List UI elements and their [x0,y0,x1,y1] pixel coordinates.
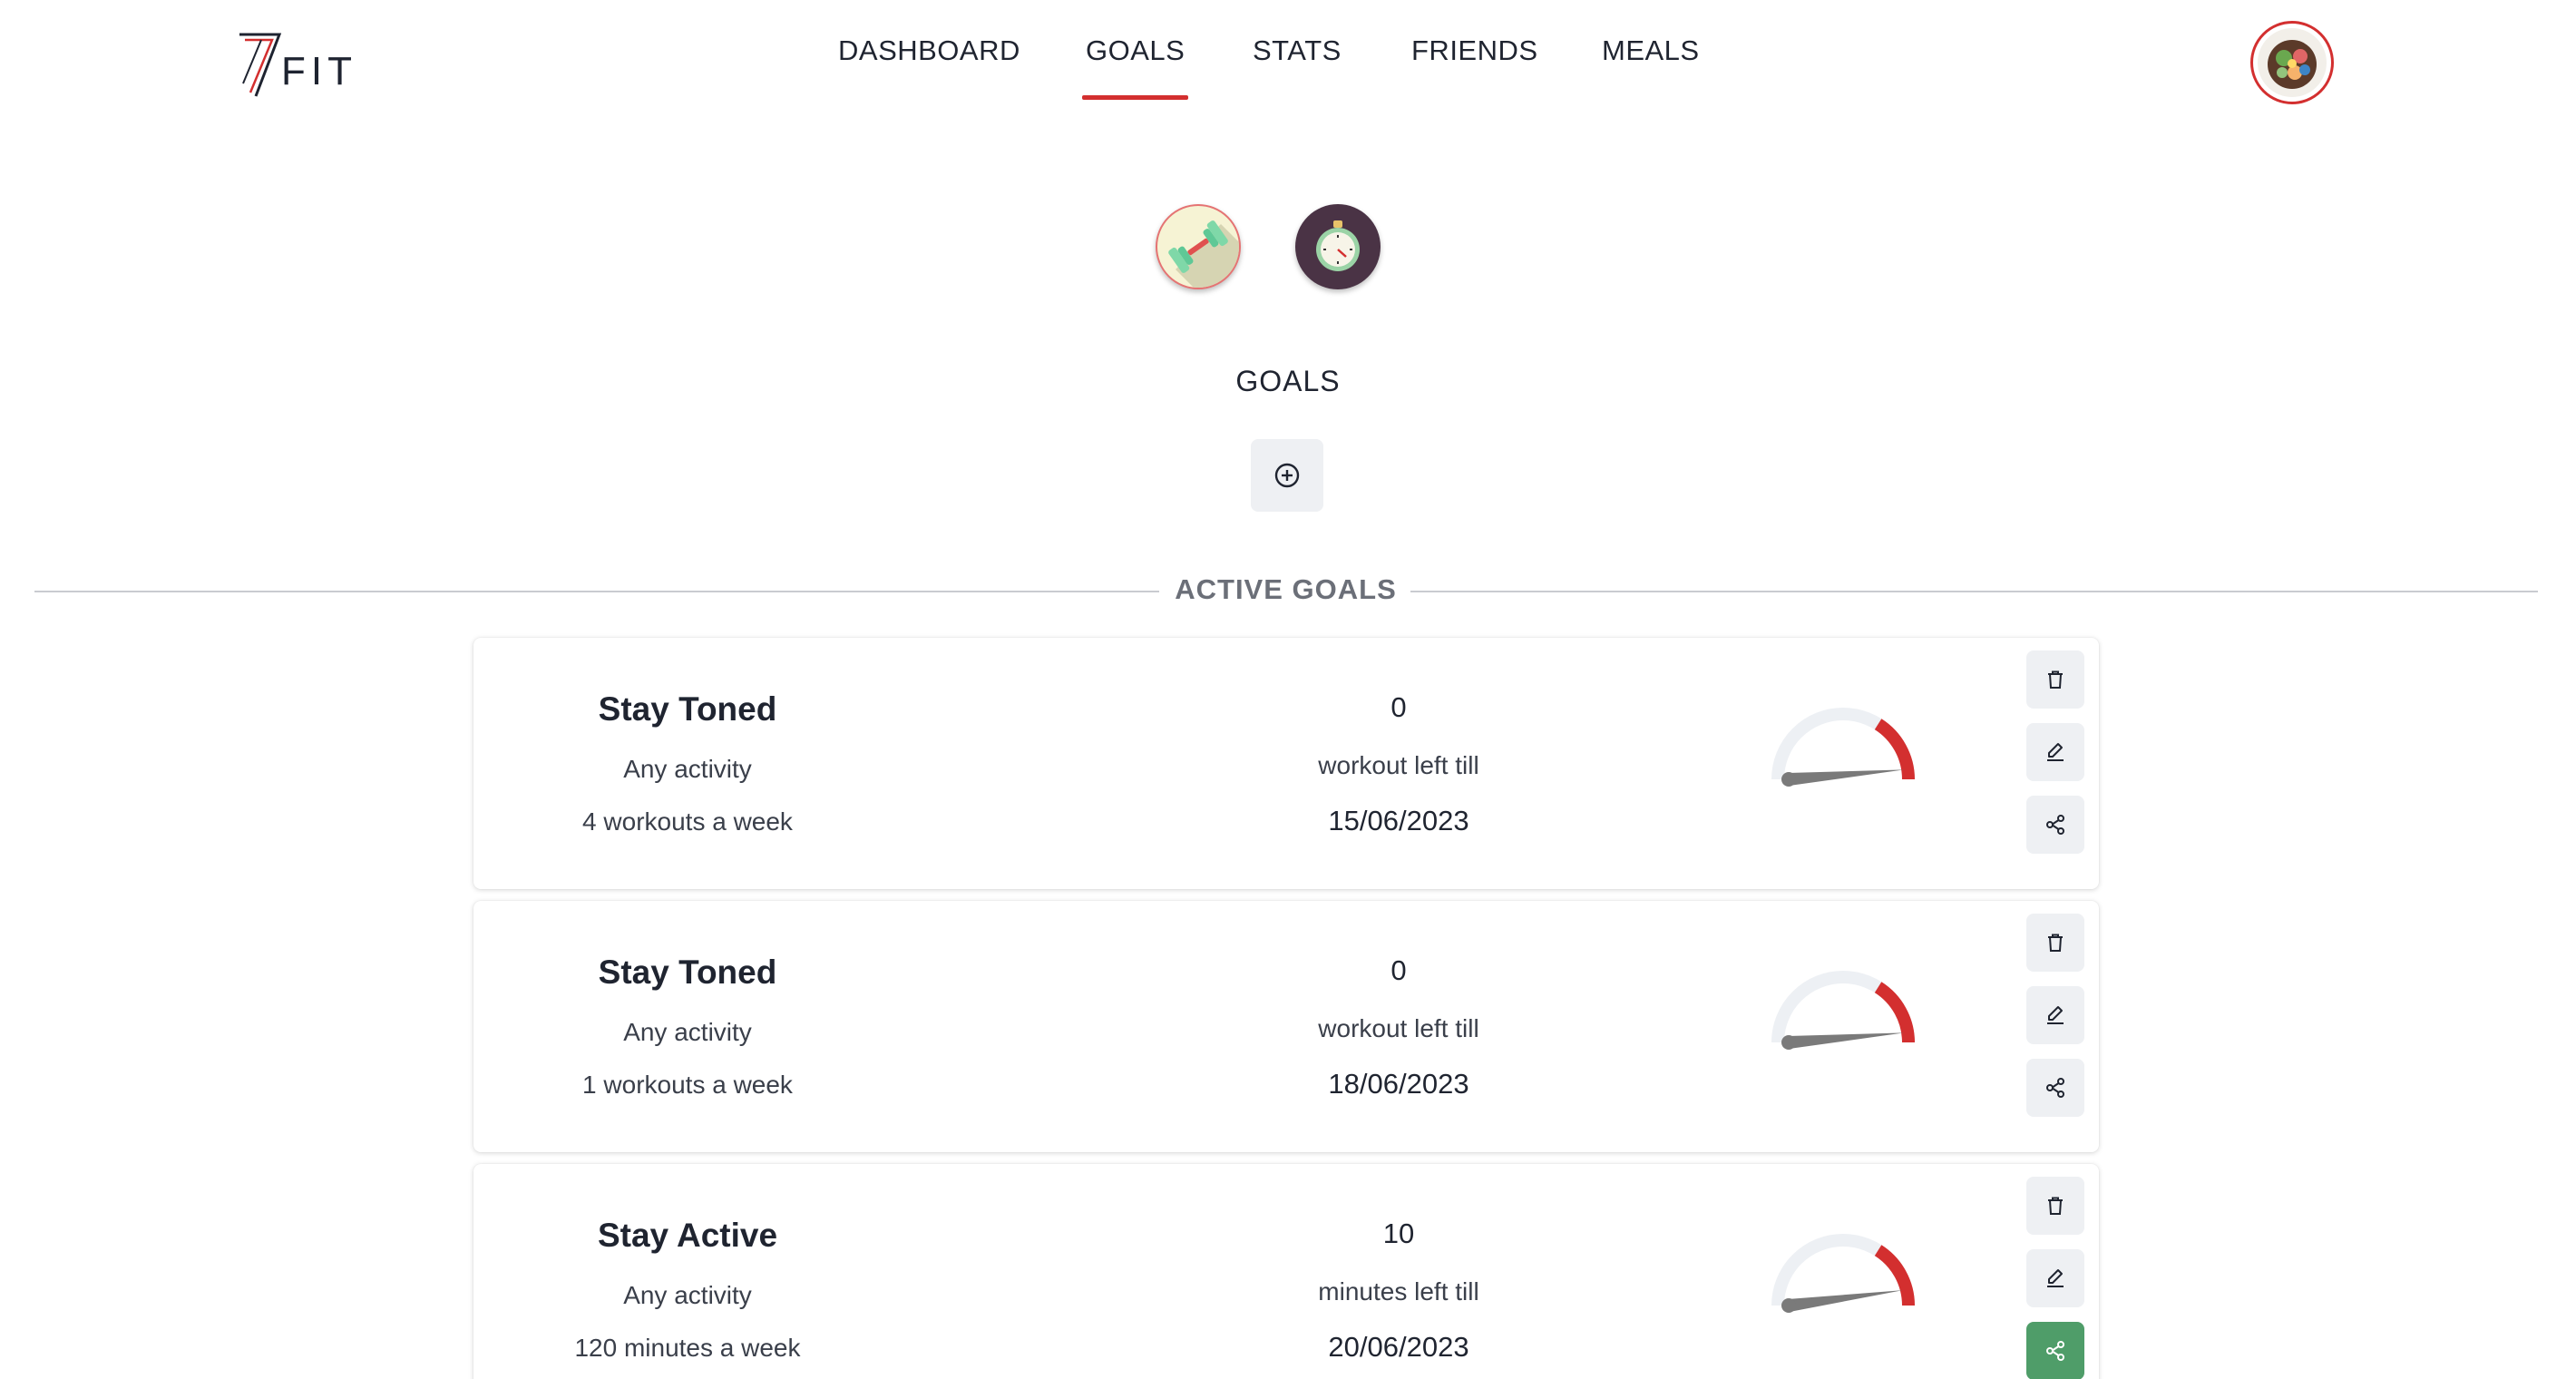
stopwatch-icon [1316,220,1360,271]
goals-page: FIT DASHBOARD GOALS STATS FRIENDS MEALS [0,0,2576,1379]
edit-goal-button[interactable] [2026,986,2084,1044]
goal-remaining-label: minutes left till [1318,1277,1479,1306]
gauge-hub [1781,1035,1796,1050]
gauge-hub [1781,1298,1796,1313]
nav-friends[interactable]: FRIENDS [1411,34,1538,67]
pencil-icon [2047,743,2064,761]
edit-goal-button[interactable] [2026,723,2084,781]
strength-mode-button[interactable] [1156,204,1241,289]
goal-remaining-label: workout left till [1318,1014,1479,1042]
goal-frequency: 1 workouts a week [582,1071,793,1099]
goal-remaining-label: workout left till [1318,751,1479,779]
add-goal-button[interactable] [1251,439,1323,512]
goal-remaining-count: 0 [1390,691,1407,723]
gauge-fill [1874,1245,1915,1306]
goal-frequency: 120 minutes a week [574,1334,801,1362]
goal-progress-gauge [1771,1234,1915,1313]
goal-remaining-count: 0 [1390,954,1407,986]
share-icon [2046,1341,2064,1361]
nav-dashboard[interactable]: DASHBOARD [838,34,1020,67]
gauge-needle [1788,1032,1905,1049]
goal-card: Stay Active Any activity 120 minutes a w… [473,1164,2099,1379]
goal-deadline: 18/06/2023 [1328,1068,1469,1100]
goal-progress-gauge [1771,971,1915,1050]
goal-deadline: 20/06/2023 [1328,1331,1469,1363]
goal-progress-gauge [1771,708,1915,787]
trash-icon [2048,670,2063,689]
active-goals-label: ACTIVE GOALS [1175,573,1397,605]
goal-activity: Any activity [623,755,752,783]
edit-goal-button[interactable] [2026,1249,2084,1307]
share-icon [2046,1078,2064,1098]
dumbbell-icon [1168,220,1239,288]
gauge-needle [1788,1290,1903,1312]
share-goal-button[interactable] [2026,1059,2084,1117]
goal-card: Stay Toned Any activity 1 workouts a wee… [473,901,2099,1152]
pencil-icon [2047,1269,2064,1287]
pencil-icon [2047,1006,2064,1024]
delete-goal-button[interactable] [2026,650,2084,709]
share-icon [2046,815,2064,835]
goal-title: Stay Toned [598,690,777,728]
share-goal-button[interactable] [2026,796,2084,854]
goal-frequency: 4 workouts a week [582,807,793,836]
trash-icon [2048,934,2063,952]
goal-activity: Any activity [623,1018,752,1046]
divider-line-left [34,591,1159,592]
plus-circle-icon [1274,463,1300,488]
delete-goal-button[interactable] [2026,914,2084,972]
gauge-hub [1781,772,1796,787]
cardio-mode-button[interactable] [1295,204,1381,289]
goal-activity: Any activity [623,1281,752,1309]
nav-goals[interactable]: GOALS [1081,34,1189,100]
share-goal-button[interactable] [2026,1322,2084,1379]
delete-goal-button[interactable] [2026,1177,2084,1235]
goals-title: GOALS [1235,365,1341,397]
gauge-track [1771,708,1915,780]
goal-title: Stay Active [597,1217,778,1254]
goal-card: Stay Toned Any activity 4 workouts a wee… [473,638,2099,889]
main-nav: DASHBOARD GOALS STATS FRIENDS MEALS [0,0,2576,100]
nav-stats[interactable]: STATS [1253,34,1342,67]
goal-title: Stay Toned [598,954,777,991]
salad-bowl-icon [2258,28,2327,97]
goal-remaining-count: 10 [1382,1218,1415,1249]
goal-deadline: 15/06/2023 [1328,805,1469,836]
gauge-needle [1788,769,1905,786]
avatar[interactable] [2250,21,2334,104]
trash-icon [2048,1197,2063,1215]
gauge-track [1771,971,1915,1043]
divider-line-right [1410,591,2538,592]
nav-meals[interactable]: MEALS [1602,34,1700,67]
